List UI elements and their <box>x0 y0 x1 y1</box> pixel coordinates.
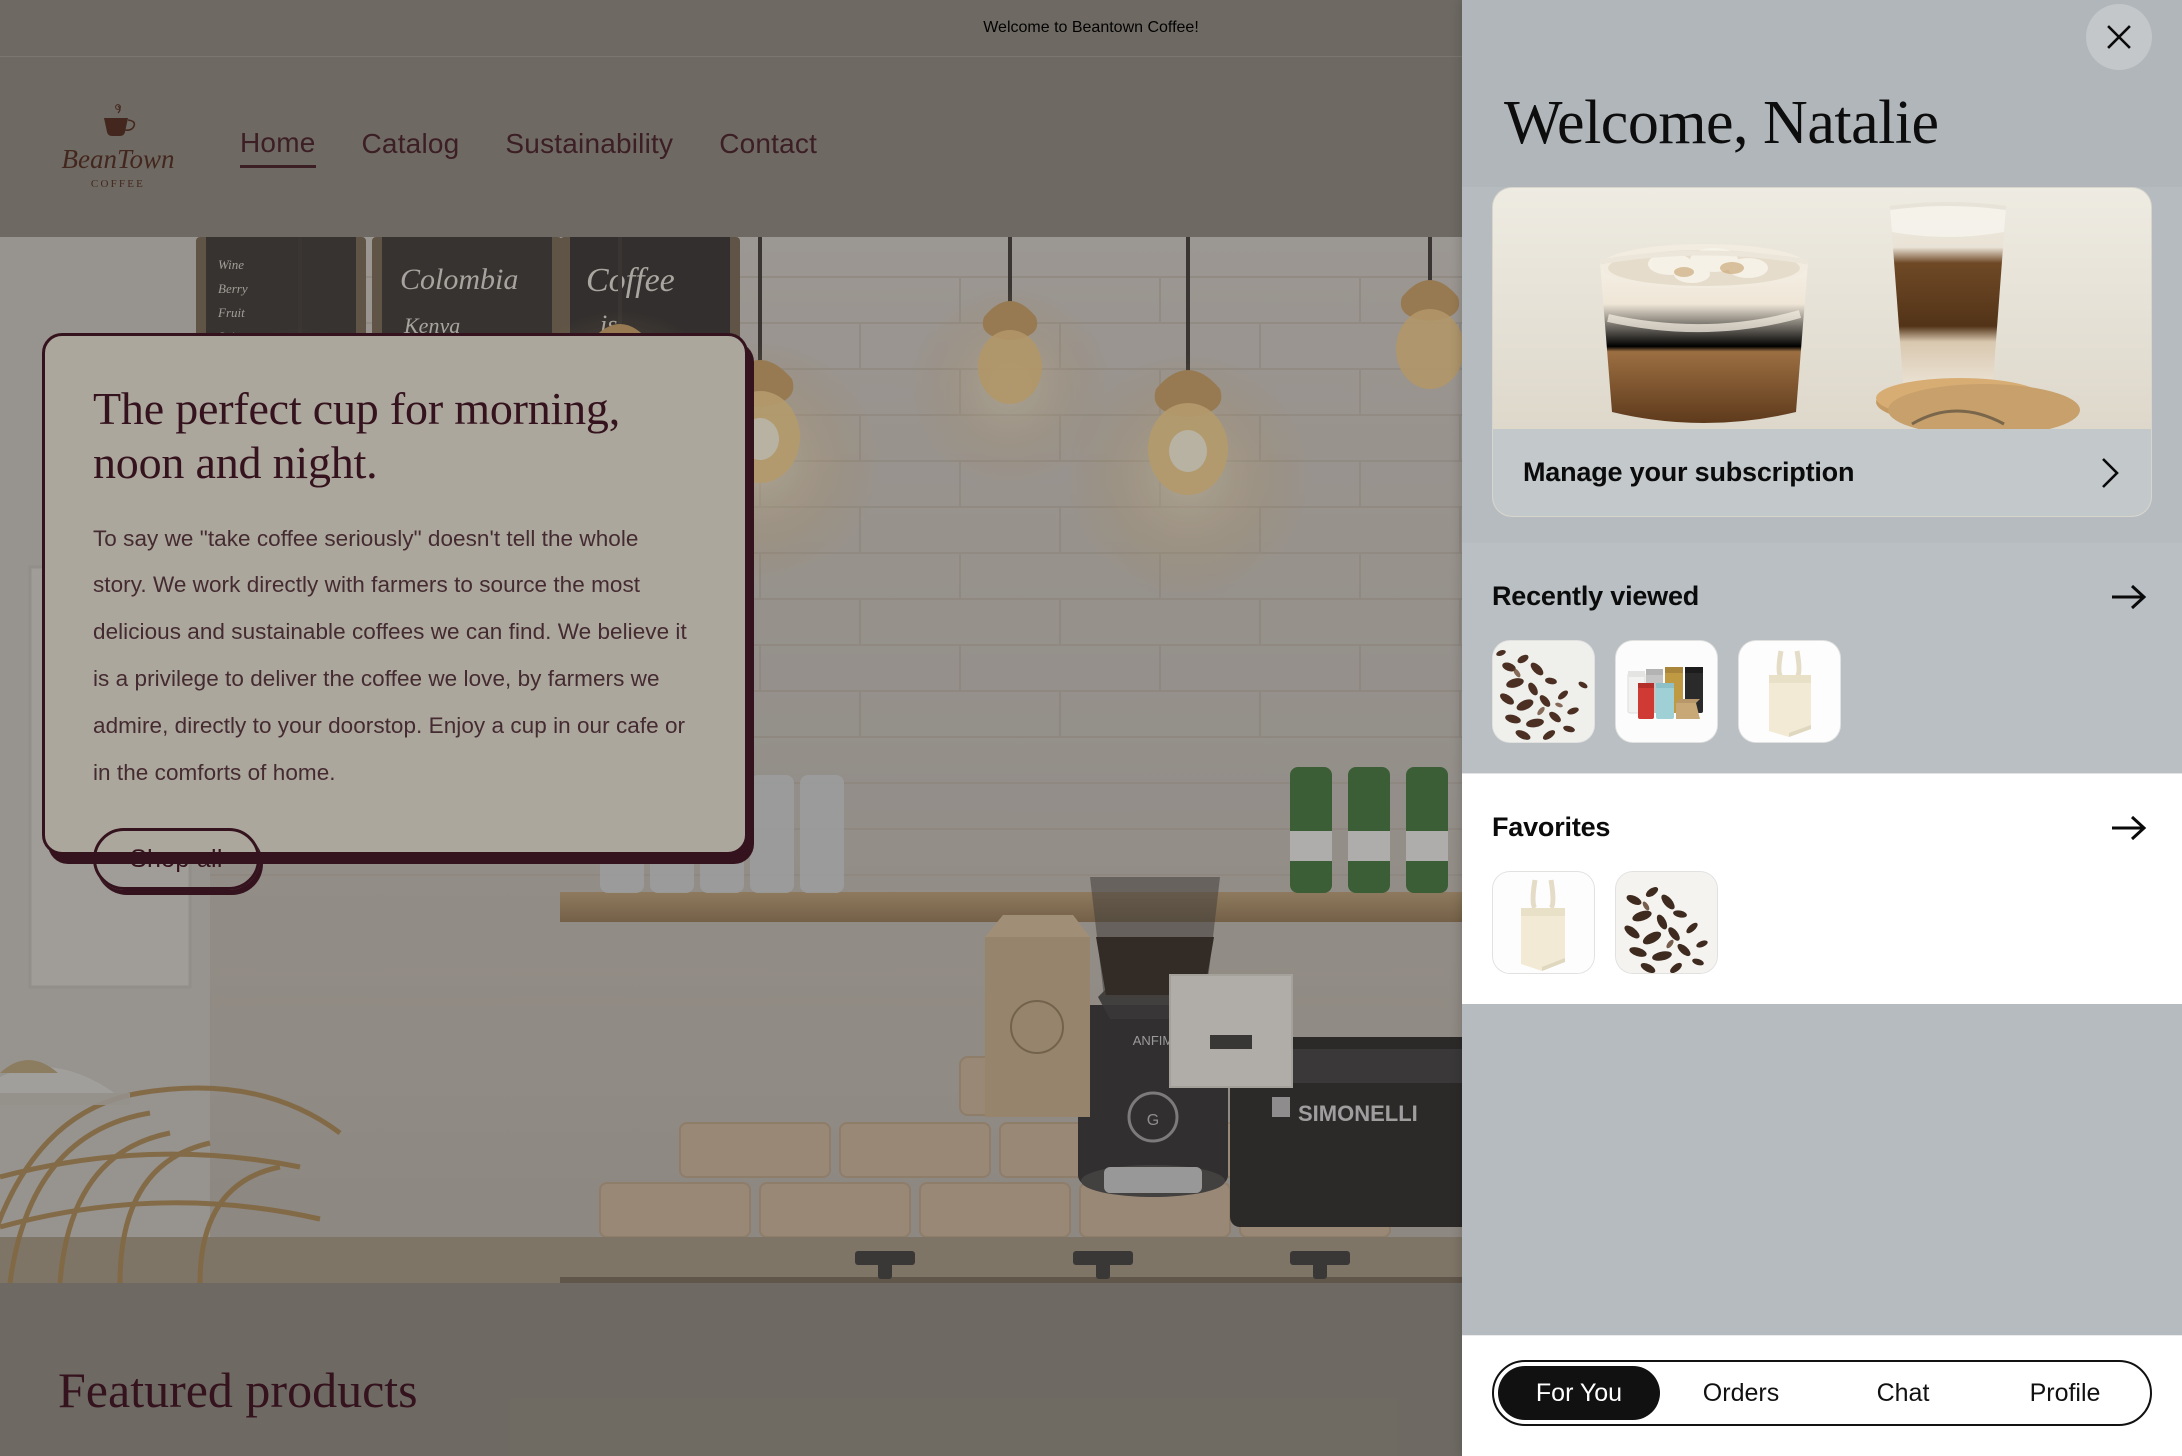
tab-orders[interactable]: Orders <box>1660 1366 1822 1420</box>
recently-viewed-section: Recently viewed <box>1462 543 2182 773</box>
favorites-section: Favorites <box>1462 773 2182 1004</box>
panel-footer: For You Orders Chat Profile <box>1462 1335 2182 1456</box>
manage-subscription-card[interactable]: Manage your subscription <box>1492 187 2152 517</box>
panel-greeting: Welcome, Natalie <box>1504 89 1939 157</box>
favorites-see-all-button[interactable] <box>2110 814 2148 842</box>
favorites-item-tote-bag[interactable] <box>1492 871 1595 974</box>
recently-viewed-title: Recently viewed <box>1492 581 1700 611</box>
tab-for-you[interactable]: For You <box>1498 1366 1660 1420</box>
coffee-bags-thumb <box>1616 641 1717 742</box>
favorites-item-cacao-nibs[interactable] <box>1615 871 1718 974</box>
chevron-right-icon <box>2102 457 2119 488</box>
account-side-panel: Welcome, Natalie Manage your subscriptio… <box>1462 0 2182 1456</box>
tote-bag-thumb <box>1739 641 1840 742</box>
favorites-header: Favorites <box>1492 812 2152 843</box>
close-panel-button[interactable] <box>2086 4 2152 70</box>
arrow-right-icon <box>2112 815 2147 840</box>
arrow-right-icon <box>2112 584 2147 609</box>
subscription-drink-image <box>1493 188 2151 429</box>
panel-header: Welcome, Natalie <box>1462 0 2182 187</box>
recently-viewed-item-cacao-nibs[interactable] <box>1492 640 1595 743</box>
tab-chat[interactable]: Chat <box>1822 1366 1984 1420</box>
favorites-title: Favorites <box>1492 812 1611 842</box>
cacao-nibs-thumb <box>1616 872 1717 973</box>
recently-viewed-item-coffee-bags[interactable] <box>1615 640 1718 743</box>
cacao-nibs-thumb <box>1493 641 1594 742</box>
recently-viewed-header: Recently viewed <box>1492 581 2152 612</box>
close-icon <box>2107 25 2131 49</box>
iced-coffee-photo <box>1493 188 2151 429</box>
tote-bag-thumb <box>1493 872 1594 973</box>
favorites-thumbs <box>1492 871 2152 974</box>
recently-viewed-thumbs <box>1492 640 2152 743</box>
tab-profile[interactable]: Profile <box>1984 1366 2146 1420</box>
recently-viewed-item-tote-bag[interactable] <box>1738 640 1841 743</box>
recently-viewed-see-all-button[interactable] <box>2110 583 2148 611</box>
manage-subscription-label: Manage your subscription <box>1523 457 1855 487</box>
panel-tab-bar: For You Orders Chat Profile <box>1492 1360 2152 1426</box>
manage-subscription-row[interactable]: Manage your subscription <box>1493 429 2151 516</box>
